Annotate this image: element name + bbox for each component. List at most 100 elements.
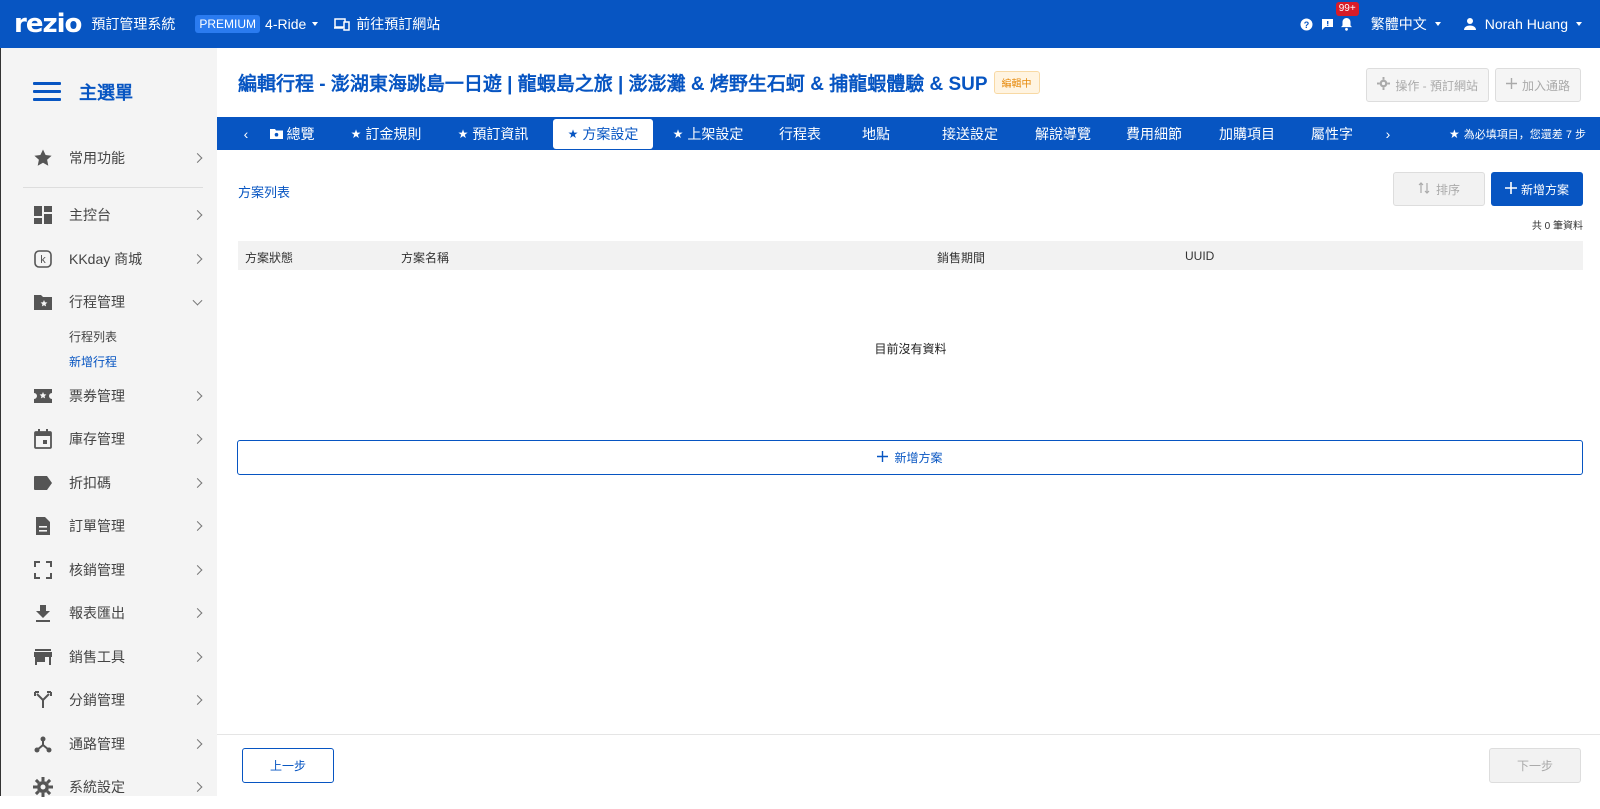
star-icon: ★	[1449, 127, 1460, 141]
tab-deposit-rules[interactable]: ★ 訂金規則	[327, 119, 445, 149]
tab-plan-settings[interactable]: ★ 方案設定	[553, 119, 653, 149]
tab-label: 上架設定	[687, 124, 743, 144]
add-plan-label: 新增方案	[1521, 181, 1569, 198]
sidebar-header: 主選單	[1, 48, 217, 136]
ticket-icon	[33, 386, 53, 406]
bell-icon	[1340, 17, 1353, 31]
booking-site-settings-button[interactable]: 操作 - 預訂網站	[1366, 68, 1489, 102]
kkday-icon: k	[33, 249, 53, 269]
star-icon	[33, 148, 53, 168]
sidebar-item-label: 報表匯出	[69, 603, 125, 623]
add-plan-button[interactable]: 新增方案	[1491, 172, 1583, 206]
user-name: Norah Huang	[1485, 16, 1568, 32]
sidebar-item-sales-tools[interactable]: 銷售工具	[1, 635, 217, 679]
tab-label: 行程表	[779, 124, 821, 144]
status-badge: 編輯中	[994, 71, 1040, 94]
tab-label: 方案設定	[582, 124, 638, 144]
user-menu[interactable]: Norah Huang	[1463, 16, 1582, 32]
tab-listing-settings[interactable]: ★ 上架設定	[653, 119, 763, 149]
folder-star-icon	[33, 292, 53, 312]
previous-step-button[interactable]: 上一步	[242, 748, 334, 783]
gear-icon	[33, 777, 53, 797]
tab-itinerary[interactable]: 行程表	[763, 119, 837, 149]
feedback-icon[interactable]	[1321, 18, 1334, 31]
caret-down-icon	[1435, 22, 1441, 26]
svg-text:?: ?	[1303, 20, 1309, 30]
sidebar-item-label: 系統設定	[69, 777, 125, 797]
tab-label: 加購項目	[1219, 124, 1275, 144]
tab-location[interactable]: 地點	[837, 119, 915, 149]
tab-booking-info[interactable]: ★ 預訂資訊	[445, 119, 541, 149]
sidebar-item-favorites[interactable]: 常用功能	[1, 136, 217, 180]
sidebar-item-system-settings[interactable]: 系統設定	[1, 766, 217, 809]
sidebar-divider	[23, 187, 203, 188]
tab-label: 接送設定	[942, 124, 998, 144]
sidebar-item-channel-management[interactable]: 通路管理	[1, 722, 217, 766]
plan-badge: PREMIUM	[195, 15, 260, 33]
sidebar-item-redemption[interactable]: 核銷管理	[1, 548, 217, 592]
column-header-uuid: UUID	[1185, 249, 1214, 263]
add-plan-wide-button[interactable]: 新增方案	[237, 440, 1583, 475]
sidebar-item-label: 訂單管理	[69, 516, 125, 536]
sidebar-subitem-add-tour[interactable]: 新增行程	[1, 349, 217, 374]
chevron-right-icon	[193, 565, 203, 575]
sidebar-item-label: 通路管理	[69, 734, 125, 754]
tab-fee-details[interactable]: 費用細節	[1101, 119, 1207, 149]
tab-label: 屬性字	[1311, 124, 1353, 144]
help-icon[interactable]: ?	[1300, 18, 1313, 31]
scan-icon	[33, 560, 53, 580]
tab-label: 訂金規則	[365, 124, 421, 144]
star-icon: ★	[673, 127, 684, 141]
hamburger-menu-icon[interactable]	[33, 82, 61, 102]
tab-bar: ‹ 總覽 ★ 訂金規則 ★ 預訂資訊 ★ 方案設定 ★ 上架設定 行程表 地點 …	[217, 117, 1600, 150]
tab-scroll-right-icon[interactable]: ›	[1377, 126, 1399, 142]
sidebar-item-report-export[interactable]: 報表匯出	[1, 592, 217, 636]
sidebar-item-order-management[interactable]: 訂單管理	[1, 505, 217, 549]
tab-overview[interactable]: 總覽	[257, 119, 327, 149]
tab-scroll-left-icon[interactable]: ‹	[235, 126, 257, 142]
required-steps-note: ★ 為必填項目，您還差 7 步	[1449, 117, 1586, 150]
sidebar-item-tour-management[interactable]: 行程管理	[1, 281, 217, 325]
sidebar-item-label: 主控台	[69, 205, 111, 225]
table-header: 方案狀態 方案名稱 銷售期間 UUID	[238, 241, 1583, 270]
chevron-right-icon	[193, 739, 203, 749]
next-step-button[interactable]: 下一步	[1489, 748, 1581, 783]
tab-transfer-settings[interactable]: 接送設定	[915, 119, 1025, 149]
caret-down-icon	[1576, 22, 1582, 26]
plus-icon	[1505, 182, 1517, 197]
goto-booking-site-label: 前往預訂網站	[356, 14, 440, 34]
company-switcher[interactable]: 4-Ride	[265, 16, 318, 32]
goto-booking-site-link[interactable]: 前往預訂網站	[334, 14, 440, 34]
language-selector[interactable]: 繁體中文	[1371, 14, 1441, 34]
download-icon	[33, 603, 53, 623]
star-icon: ★	[568, 127, 579, 141]
sidebar-title: 主選單	[79, 79, 133, 105]
chevron-right-icon	[193, 391, 203, 401]
chevron-right-icon	[193, 695, 203, 705]
tab-attributes[interactable]: 屬性字	[1287, 119, 1377, 149]
add-channel-button[interactable]: 加入通路	[1495, 68, 1581, 102]
sort-icon	[1418, 182, 1430, 197]
sidebar-item-label: KKday 商城	[69, 249, 142, 269]
sidebar-item-discount-code[interactable]: 折扣碼	[1, 461, 217, 505]
notifications-button[interactable]: 99+	[1340, 17, 1353, 31]
tab-add-ons[interactable]: 加購項目	[1207, 119, 1287, 149]
sidebar-item-kkday-mall[interactable]: k KKday 商城	[1, 237, 217, 281]
sidebar-item-dashboard[interactable]: 主控台	[1, 194, 217, 238]
sidebar: 主選單 常用功能 主控台 k KKday 商城 行程管理 行程列表 新增行程	[0, 48, 217, 796]
sidebar-item-label: 折扣碼	[69, 473, 111, 493]
sidebar-item-label: 核銷管理	[69, 560, 125, 580]
top-right-tools: ? 99+ 繁體中文 Norah Huang	[1300, 0, 1600, 48]
dashboard-icon	[33, 205, 53, 225]
chevron-right-icon	[193, 254, 203, 264]
sidebar-subitem-tour-list[interactable]: 行程列表	[1, 324, 217, 349]
sort-button[interactable]: 排序	[1393, 172, 1485, 206]
empty-state-text: 目前沒有資料	[238, 340, 1583, 357]
rezio-logo[interactable]: rezio	[14, 11, 81, 37]
sidebar-item-distribution[interactable]: 分銷管理	[1, 679, 217, 723]
tab-guided-tour[interactable]: 解說導覽	[1025, 119, 1101, 149]
sidebar-item-inventory[interactable]: 庫存管理	[1, 418, 217, 462]
sidebar-item-ticket-management[interactable]: 票券管理	[1, 374, 217, 418]
main-content: 編輯行程 - 澎湖東海跳島一日遊 | 龍蝦島之旅 | 澎澎灘 & 烤野生石蚵 &…	[217, 48, 1600, 796]
sidebar-item-label: 庫存管理	[69, 429, 125, 449]
